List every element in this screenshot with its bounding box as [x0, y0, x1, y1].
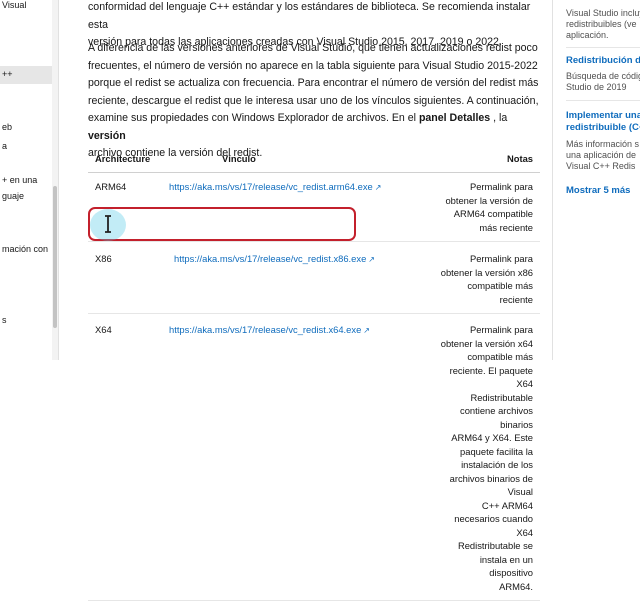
text-line: A diferencia de las versiones anteriores…	[88, 42, 538, 54]
download-link-x86[interactable]: https://aka.ms/vs/17/release/vc_redist.x…	[174, 253, 375, 264]
text-line: examine sus propiedades con Windows Expl…	[88, 110, 544, 145]
article-content: conformidad del lenguaje C++ estándar y …	[88, 0, 544, 601]
bold-term-details-pane: panel Detalles	[418, 112, 491, 124]
download-link-x64[interactable]: https://aka.ms/vs/17/release/vc_redist.x…	[169, 324, 370, 335]
external-link-icon: ↗	[368, 255, 375, 264]
external-link-icon: ↗	[374, 183, 382, 192]
divider	[566, 47, 640, 48]
note-line: Permalink para obtener la versión de	[445, 181, 533, 206]
bold-term-version: versión	[88, 129, 126, 142]
note-line: ARM64 compatible más reciente	[453, 208, 533, 233]
toc-sidebar: Visual ++ eb a + en una guaje mación con…	[0, 0, 52, 360]
cell-notes: Permalink para obtener la versión x86 co…	[429, 241, 540, 314]
text-line: porque el redist se actualiza con frecue…	[88, 77, 539, 89]
note-line: Permalink para obtener la versión x86	[440, 253, 533, 278]
text-span: , la	[490, 112, 508, 124]
divider	[552, 0, 553, 360]
note-line: Redistributable se instala en un disposi…	[457, 540, 533, 578]
text-line: frecuentes, el número de versión no apar…	[88, 59, 538, 72]
note-line: Redistributable contiene archivos binari…	[460, 391, 533, 430]
annotation-highlight-box	[88, 207, 356, 241]
text-span: examine sus propiedades con Windows Expl…	[88, 112, 419, 124]
toc-item[interactable]: mación con	[2, 244, 48, 254]
cell-notes: Permalink para obtener la versión x64 co…	[429, 313, 540, 601]
rail-card-title-link[interactable]: Implementar una	[566, 110, 640, 121]
table-header-row: Architecture Vínculo Notas	[88, 144, 540, 173]
note-line: C++ ARM64 necesarios cuando X64	[454, 499, 533, 538]
note-line: instalación de los archivos binarios de …	[449, 459, 533, 497]
table-row: X86 https://aka.ms/vs/17/release/vc_redi…	[88, 241, 540, 314]
rail-text: Búsqueda de códig	[566, 71, 640, 81]
rail-text: Más información s	[566, 139, 640, 149]
text-line: conformidad del lenguaje C++ estándar y …	[88, 1, 531, 31]
divider	[566, 100, 640, 101]
toc-item[interactable]: s	[2, 315, 7, 325]
external-link-icon: ↗	[363, 326, 370, 335]
note-line: ARM64 y X64. Este paquete facilita la	[451, 432, 533, 457]
toc-item[interactable]: a	[2, 141, 7, 151]
rail-text: aplicación.	[566, 30, 609, 40]
sidebar-scrollbar-thumb[interactable]	[53, 186, 57, 328]
cell-architecture: X64	[88, 313, 162, 601]
toc-item[interactable]: guaje	[2, 191, 24, 201]
show-more-link[interactable]: Mostrar 5 más	[566, 185, 630, 196]
cell-notes: Permalink para obtener la versión de ARM…	[429, 172, 540, 242]
rail-card-title-link[interactable]: redistribuible (C+	[566, 122, 640, 133]
rail-text: Visual Studio incluy	[566, 8, 640, 18]
note-line: ARM64.	[499, 580, 533, 592]
rail-card-title-link[interactable]: Redistribución de	[566, 55, 640, 66]
rail-text: redistribuibles (ve	[566, 19, 637, 29]
toc-item-selected[interactable]: ++	[0, 66, 52, 84]
column-header-architecture: Architecture	[88, 144, 162, 173]
toc-item[interactable]: Visual	[2, 0, 26, 10]
cell-architecture: X86	[88, 241, 162, 314]
rail-text: Studio de 2019	[566, 82, 627, 92]
cell-link: https://aka.ms/vs/17/release/vc_redist.x…	[162, 241, 429, 314]
note-line: compatible más reciente. El paquete X64	[449, 351, 533, 389]
note-line: Permalink para obtener la versión x64	[440, 324, 533, 349]
table-row: X64 https://aka.ms/vs/17/release/vc_redi…	[88, 313, 540, 601]
toc-item-label: ++	[2, 69, 13, 79]
toc-item[interactable]: eb	[2, 122, 12, 132]
toc-item[interactable]: + en una	[2, 175, 37, 185]
rail-text: Visual C++ Redis	[566, 161, 636, 171]
column-header-link: Vínculo	[162, 144, 429, 173]
download-link-arm64[interactable]: https://aka.ms/vs/17/release/vc_redist.a…	[169, 181, 381, 192]
note-line: compatible más reciente	[467, 280, 533, 305]
rail-text: una aplicación de	[566, 150, 637, 160]
text-line: reciente, descargue el redist que le int…	[88, 94, 539, 107]
cell-link: https://aka.ms/vs/17/release/vc_redist.x…	[162, 313, 429, 601]
right-rail: Visual Studio incluy redistribuibles (ve…	[566, 0, 640, 360]
divider	[58, 0, 59, 360]
text-cursor-icon	[105, 215, 111, 233]
column-header-notes: Notas	[429, 144, 540, 173]
